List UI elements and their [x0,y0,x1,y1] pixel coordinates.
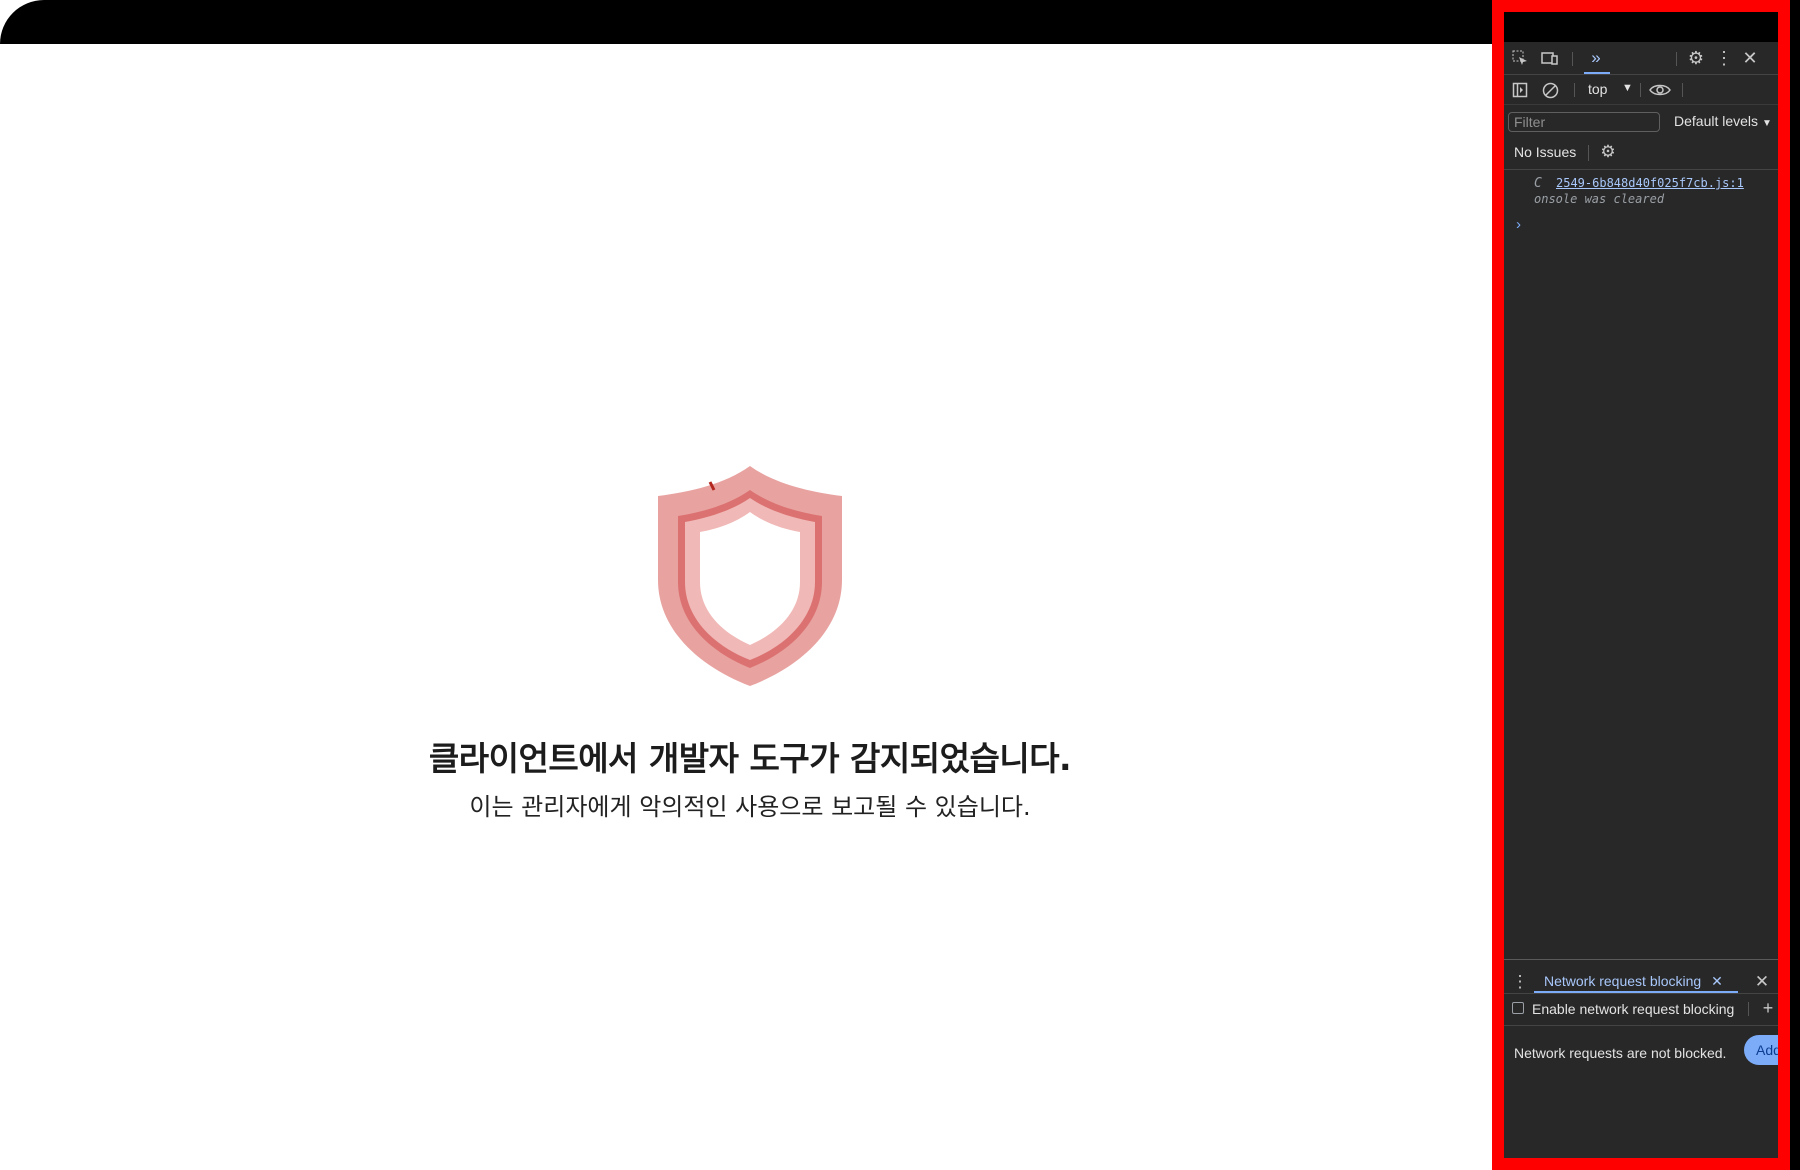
enable-blocking-label[interactable]: Enable network request blocking [1532,1001,1734,1017]
close-icon[interactable]: ✕ [1740,48,1760,68]
toolbar-divider [1748,1002,1749,1016]
divider [1504,169,1778,170]
close-drawer-icon[interactable]: ✕ [1752,972,1772,992]
toolbar-divider [1572,52,1573,66]
toolbar-divider [1640,83,1641,97]
gear-icon[interactable]: ⚙ [1686,48,1706,68]
eye-icon[interactable] [1648,80,1672,100]
drawer-tab-network-request-blocking[interactable]: Network request blocking ✕ [1544,973,1723,990]
log-prefix: C [1534,176,1542,191]
clear-console-icon[interactable] [1540,80,1560,100]
kebab-menu-icon[interactable]: ⋮ [1512,972,1529,992]
device-toggle-icon[interactable] [1540,48,1560,68]
console-settings-icon[interactable]: ⚙ [1598,142,1618,162]
devtools-top-strip [1504,12,1778,42]
log-source-link[interactable]: 2549-6b848d40f025f7cb.js:1 [1556,176,1744,190]
divider [1504,993,1778,994]
toolbar-divider [1574,83,1575,97]
toolbar-divider [1676,52,1677,66]
log-message: onsole was cleared [1534,192,1665,206]
add-pattern-button[interactable]: Add [1744,1035,1778,1065]
chevron-down-icon[interactable]: ▼ [1622,82,1633,94]
devtools-panel: » ⚙ ⋮ ✕ top ▼ Filter Default levels ▼ No… [1492,0,1790,1170]
issues-count[interactable]: No Issues [1514,144,1576,160]
context-selector[interactable]: top [1588,81,1607,97]
filter-input[interactable]: Filter [1508,112,1660,132]
console-prompt-icon[interactable]: › [1516,216,1521,233]
log-levels-label: Default levels [1674,113,1759,129]
sidebar-toggle-icon[interactable] [1510,80,1530,100]
close-icon[interactable]: ✕ [1711,973,1723,989]
page-headline: 클라이언트에서 개발자 도구가 감지되었습니다. [428,739,1072,778]
divider [1504,1025,1778,1026]
chevron-down-icon: ▼ [1761,118,1772,129]
shield-icon [658,466,842,686]
toolbar-divider [1588,145,1589,161]
add-pattern-icon[interactable]: + [1758,998,1778,1018]
screen-edge [1790,0,1800,1170]
page-subline: 이는 관리자에게 악의적인 사용으로 보고될 수 있습니다. [469,793,1031,821]
log-levels-dropdown[interactable]: Default levels ▼ [1674,113,1772,129]
drawer-tab-label: Network request blocking [1544,973,1702,989]
blocking-status-text: Network requests are not blocked. [1514,1045,1727,1061]
kebab-menu-icon[interactable]: ⋮ [1715,48,1733,68]
toolbar-divider [1682,83,1683,97]
enable-blocking-checkbox[interactable] [1512,1002,1524,1014]
inspect-element-icon[interactable] [1510,48,1530,68]
chevron-double-right-icon[interactable]: » [1584,48,1608,68]
browser-top-bar [0,0,1492,44]
